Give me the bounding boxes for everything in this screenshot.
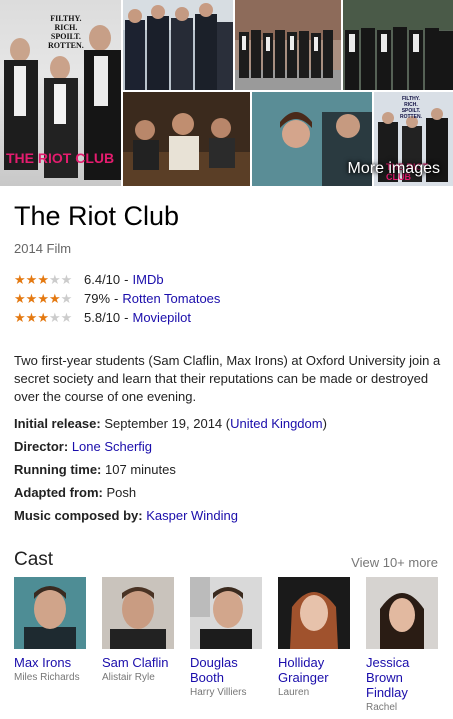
fact-value-close: )	[322, 416, 327, 431]
actor-photo[interactable]	[278, 577, 350, 649]
cast-member[interactable]: Douglas Booth Harry Villiers	[190, 577, 278, 713]
cast-list: Max Irons Miles Richards Sam Claflin Ali…	[14, 577, 453, 713]
more-images-overlay[interactable]: More images	[252, 92, 448, 186]
rating-value: 79%	[84, 291, 111, 306]
pub-figures	[123, 113, 250, 186]
actor-name-link[interactable]: Max Irons	[14, 655, 86, 670]
rating-source-link[interactable]: Rotten Tomatoes	[122, 291, 220, 306]
lineup-photo[interactable]	[343, 0, 453, 90]
rating-value: 5.8/10	[84, 310, 121, 325]
street-photo[interactable]	[235, 0, 341, 90]
rating-row: ★ ★ ★ ★ ★ 79% - Rotten Tomatoes	[14, 289, 220, 308]
actor-name-link[interactable]: Jessica Brown Findlay	[366, 655, 438, 700]
star-rating-icon: ★ ★ ★ ★ ★	[14, 272, 80, 288]
character-name: Harry Villiers	[190, 687, 247, 698]
ratings-list: ★ ★ ★ ★ ★ 6.4/10 - IMDb ★ ★ ★ ★ ★ 79% - Rotten T…	[14, 270, 220, 327]
actor-photo[interactable]	[366, 577, 438, 649]
rating-source-link[interactable]: Moviepilot	[133, 310, 192, 325]
description: Two first-year students (Sam Claflin, Ma…	[14, 353, 441, 404]
character-name: Alistair Ryle	[102, 672, 155, 683]
cast-member[interactable]: Max Irons Miles Richards	[14, 577, 102, 713]
director-link[interactable]: Lone Scherfig	[72, 439, 152, 454]
star-filled-icon: ★	[48, 290, 61, 306]
fact-label: Music composed by:	[14, 508, 143, 523]
star-empty-icon: ★	[60, 290, 73, 306]
actor-photo[interactable]	[190, 577, 262, 649]
actor-silhouette	[190, 577, 252, 649]
actor-photo[interactable]	[102, 577, 174, 649]
star-empty-icon: ★	[48, 309, 61, 325]
star-rating-icon: ★ ★ ★ ★ ★	[14, 291, 80, 307]
star-filled-icon: ★	[14, 290, 26, 306]
actor-name-link[interactable]: Holliday Grainger	[278, 655, 350, 685]
fact-director: Director: Lone Scherfig	[14, 437, 444, 460]
fact-label: Running time:	[14, 462, 102, 477]
actor-photo[interactable]	[14, 577, 86, 649]
poster-title: THE RIOT CLUB	[6, 150, 115, 166]
actor-silhouette	[110, 587, 166, 649]
release-country-link[interactable]: United Kingdom	[230, 416, 323, 431]
star-filled-icon: ★	[25, 309, 38, 325]
page-subtitle: 2014 Film	[14, 241, 72, 256]
fact-value: September 19, 2014 (	[104, 416, 231, 431]
star-empty-icon: ★	[60, 309, 73, 325]
character-name: Rachel	[366, 702, 398, 713]
fact-label: Director:	[14, 439, 69, 454]
fact-adapted-from: Adapted from: Posh	[14, 483, 444, 506]
rating-row: ★ ★ ★ ★ ★ 5.8/10 - Moviepilot	[14, 308, 220, 327]
character-name: Miles Richards	[14, 672, 80, 683]
star-rating-icon: ★ ★ ★ ★ ★	[14, 310, 80, 326]
composer-link[interactable]: Kasper Winding	[146, 508, 238, 523]
pub-scene-photo[interactable]	[123, 92, 250, 186]
fact-initial-release: Initial release: September 19, 2014 (Uni…	[14, 414, 444, 437]
image-collage: FILTHY. RICH. SPOILT. ROTTEN. THE RIOT C…	[0, 0, 453, 186]
actor-silhouette	[380, 593, 424, 649]
star-filled-icon: ★	[37, 271, 49, 287]
rating-row: ★ ★ ★ ★ ★ 6.4/10 - IMDb	[14, 270, 220, 289]
fact-music: Music composed by: Kasper Winding	[14, 506, 444, 529]
premiere-figures	[123, 0, 233, 90]
poster-tagline: FILTHY. RICH. SPOILT. ROTTEN.	[48, 14, 84, 50]
cast-member[interactable]: Sam Claflin Alistair Ryle	[102, 577, 190, 713]
fact-label: Adapted from:	[14, 485, 103, 500]
fact-value: 107 minutes	[105, 462, 176, 477]
star-empty-icon: ★	[60, 271, 73, 287]
star-filled-icon: ★	[37, 290, 49, 306]
more-images-link[interactable]: More images	[348, 160, 440, 178]
premiere-photo[interactable]	[123, 0, 233, 90]
star-filled-icon: ★	[14, 309, 26, 325]
page-title: The Riot Club	[14, 201, 180, 231]
fact-value: Posh	[106, 485, 137, 500]
actor-name-link[interactable]: Douglas Booth	[190, 655, 262, 685]
rating-separator: -	[124, 310, 129, 325]
lineup-figures	[343, 0, 453, 90]
poster-image[interactable]: FILTHY. RICH. SPOILT. ROTTEN. THE RIOT C…	[0, 0, 121, 186]
rating-value: 6.4/10	[84, 272, 121, 287]
star-empty-icon: ★	[48, 271, 61, 287]
fact-label: Initial release:	[14, 416, 101, 431]
star-filled-icon: ★	[25, 271, 38, 287]
actor-silhouette	[290, 592, 338, 649]
star-filled-icon: ★	[37, 309, 49, 325]
cast-member[interactable]: Holliday Grainger Lauren	[278, 577, 366, 713]
fact-running-time: Running time: 107 minutes	[14, 460, 444, 483]
star-filled-icon: ★	[25, 290, 38, 306]
cast-member[interactable]: Jessica Brown Findlay Rachel	[366, 577, 453, 713]
actor-silhouette	[24, 586, 76, 649]
character-name: Lauren	[278, 687, 310, 698]
rating-separator: -	[114, 291, 119, 306]
rating-separator: -	[124, 272, 129, 287]
rating-source-link[interactable]: IMDb	[133, 272, 164, 287]
street-figures	[235, 0, 341, 90]
facts-list: Initial release: September 19, 2014 (Uni…	[14, 414, 444, 529]
star-filled-icon: ★	[14, 271, 26, 287]
view-more-cast-link[interactable]: View 10+ more	[351, 555, 438, 570]
actor-name-link[interactable]: Sam Claflin	[102, 655, 174, 670]
cast-heading: Cast	[14, 549, 54, 570]
